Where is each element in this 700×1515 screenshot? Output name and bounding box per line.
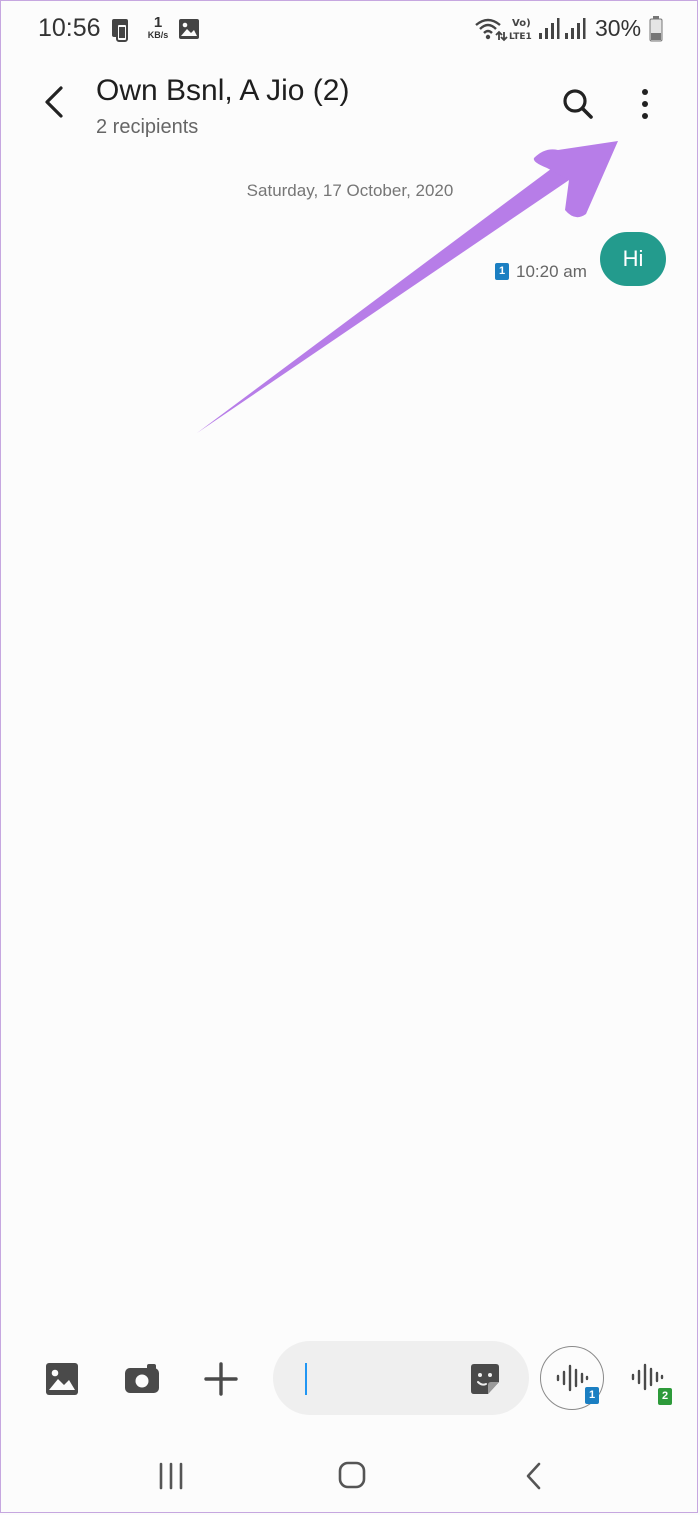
nav-back-icon[interactable] xyxy=(512,1458,556,1494)
text-caret xyxy=(305,1363,307,1395)
voice-record-sim2-button[interactable]: 2 xyxy=(620,1346,684,1410)
voice-sim1-badge: 1 xyxy=(585,1387,599,1404)
message-input-container xyxy=(273,1341,529,1415)
voice-sim2-badge: 2 xyxy=(658,1388,672,1405)
system-navigation-bar xyxy=(0,1440,700,1515)
home-icon[interactable] xyxy=(330,1458,374,1494)
gallery-icon[interactable] xyxy=(40,1357,84,1401)
message-input[interactable] xyxy=(303,1359,453,1397)
recent-apps-icon[interactable] xyxy=(149,1458,193,1494)
annotation-arrow xyxy=(197,141,618,433)
message-composer: 1 2 xyxy=(0,1338,700,1420)
sticker-icon[interactable] xyxy=(467,1361,503,1397)
add-attachment-icon[interactable] xyxy=(199,1357,243,1401)
voice-record-sim1-button[interactable]: 1 xyxy=(540,1346,604,1410)
camera-icon[interactable] xyxy=(120,1357,164,1401)
voice-wave-icon xyxy=(556,1364,589,1392)
